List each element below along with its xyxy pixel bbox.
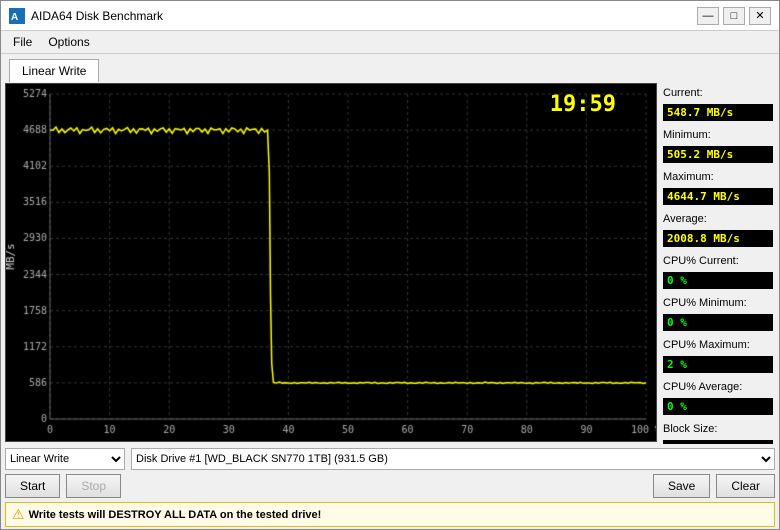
warning-text: Write tests will DESTROY ALL DATA on the…	[29, 509, 322, 521]
cpu-current-value: 0 %	[663, 272, 773, 289]
cpu-minimum-value: 0 %	[663, 314, 773, 331]
average-value: 2008.8 MB/s	[663, 230, 773, 247]
minimum-value: 505.2 MB/s	[663, 146, 773, 163]
cpu-average-value: 0 %	[663, 398, 773, 415]
chart-timer: 19:59	[550, 92, 616, 117]
menu-bar: File Options	[1, 31, 779, 54]
window-title: AIDA64 Disk Benchmark	[31, 9, 163, 23]
cpu-current-label: CPU% Current:	[663, 255, 773, 267]
start-button[interactable]: Start	[5, 474, 60, 498]
window-controls: — □ ✕	[697, 7, 771, 25]
mode-select[interactable]: Linear Write Linear Read Random Write Ra…	[5, 448, 125, 470]
current-value: 548.7 MB/s	[663, 104, 773, 121]
bottom-row1: Linear Write Linear Read Random Write Ra…	[5, 448, 775, 470]
sidebar: Current: 548.7 MB/s Minimum: 505.2 MB/s …	[659, 81, 779, 444]
close-button[interactable]: ✕	[749, 7, 771, 25]
cpu-minimum-label: CPU% Minimum:	[663, 297, 773, 309]
warning-bar: ⚠ Write tests will DESTROY ALL DATA on t…	[5, 502, 775, 527]
main-content: 19:59 Current: 548.7 MB/s Minimum: 505.2…	[1, 81, 779, 444]
main-window: A AIDA64 Disk Benchmark — □ ✕ File Optio…	[0, 0, 780, 530]
cpu-maximum-label: CPU% Maximum:	[663, 339, 773, 351]
average-label: Average:	[663, 213, 773, 225]
menu-file[interactable]: File	[5, 33, 40, 51]
tab-linear-write[interactable]: Linear Write	[9, 59, 99, 82]
stop-button[interactable]: Stop	[66, 474, 121, 498]
warning-icon: ⚠	[12, 506, 25, 523]
minimum-label: Minimum:	[663, 129, 773, 141]
minimize-button[interactable]: —	[697, 7, 719, 25]
bottom-area: Linear Write Linear Read Random Write Ra…	[1, 444, 779, 529]
tab-bar: Linear Write	[1, 54, 779, 81]
chart-container: 19:59	[6, 84, 656, 441]
cpu-average-label: CPU% Average:	[663, 381, 773, 393]
maximum-value: 4644.7 MB/s	[663, 188, 773, 205]
cpu-maximum-value: 2 %	[663, 356, 773, 373]
title-bar: A AIDA64 Disk Benchmark — □ ✕	[1, 1, 779, 31]
svg-text:A: A	[11, 12, 18, 23]
maximize-button[interactable]: □	[723, 7, 745, 25]
save-button[interactable]: Save	[653, 474, 710, 498]
app-icon: A	[9, 8, 25, 24]
current-label: Current:	[663, 87, 773, 99]
chart-canvas	[6, 84, 656, 441]
clear-button[interactable]: Clear	[716, 474, 775, 498]
bottom-row2: Start Stop Save Clear	[5, 474, 775, 498]
block-size-label: Block Size:	[663, 423, 773, 435]
menu-options[interactable]: Options	[40, 33, 97, 51]
maximum-label: Maximum:	[663, 171, 773, 183]
chart-area: 19:59	[5, 83, 657, 442]
drive-select[interactable]: Disk Drive #1 [WD_BLACK SN770 1TB] (931.…	[131, 448, 775, 470]
